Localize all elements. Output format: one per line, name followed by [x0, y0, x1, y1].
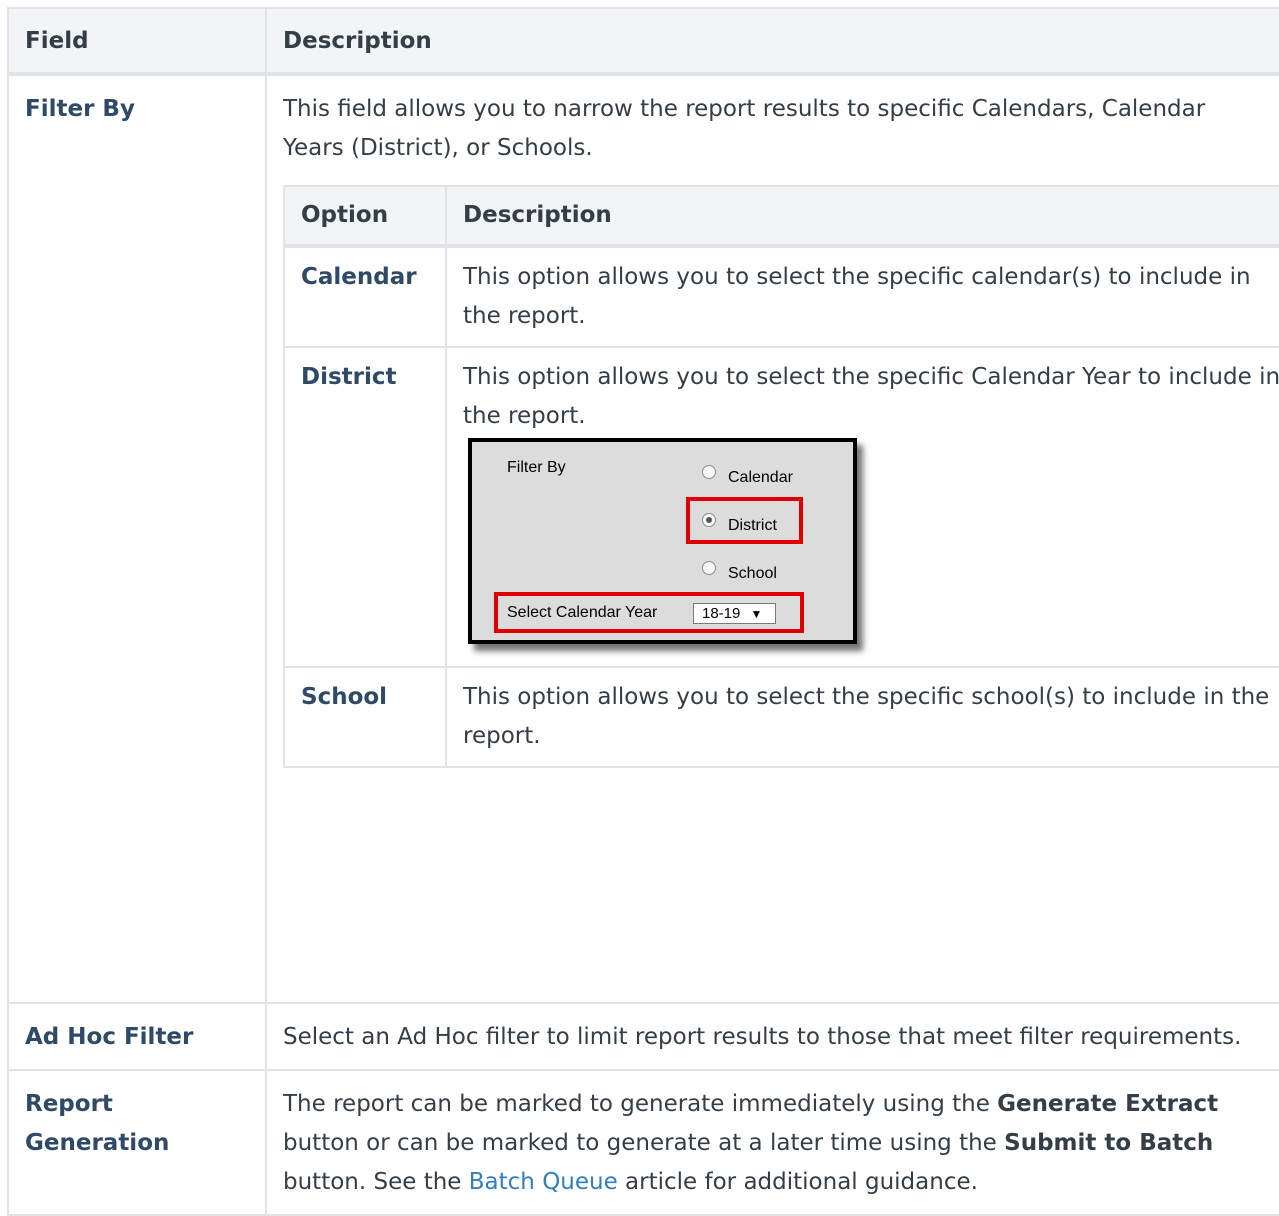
option-row: School This option allows you to select …	[283, 666, 1279, 768]
description-text: button or can be marked to generate at a…	[283, 1130, 1005, 1156]
field-description-cell: This field allows you to narrow the repo…	[265, 73, 1279, 1004]
options-header-row: Option Description	[283, 185, 1279, 248]
options-table: Option Description Calendar This option …	[283, 185, 1279, 768]
submit-to-batch-text: Submit to Batch	[1004, 1130, 1214, 1156]
option-description: This option allows you to select the spe…	[463, 364, 1279, 429]
option-description: This option allows you to select the spe…	[445, 666, 1279, 768]
table-row: Report Generation The report can be mark…	[7, 1069, 1279, 1216]
options-header-option: Option	[283, 185, 447, 248]
field-name: Ad Hoc Filter	[25, 1024, 194, 1050]
field-name: Filter By	[25, 96, 135, 122]
field-name-cell: Report Generation	[7, 1069, 267, 1216]
radio-school-label: School	[728, 565, 777, 582]
field-description-cell: The report can be marked to generate imm…	[265, 1069, 1279, 1216]
generate-extract-text: Generate Extract	[997, 1091, 1219, 1117]
batch-queue-link[interactable]: Batch Queue	[469, 1169, 618, 1195]
field-name-cell: Ad Hoc Filter	[7, 1002, 267, 1071]
field-name-cell: Filter By	[7, 73, 267, 1004]
district-highlight-box	[686, 497, 803, 544]
screenshot-filter-label: Filter By	[507, 459, 566, 476]
options-header-description: Description	[445, 185, 1279, 248]
radio-calendar-label: Calendar	[728, 469, 793, 486]
filter-by-screenshot: Filter By Calendar District School Selec…	[468, 438, 857, 644]
description-text: The report can be marked to generate imm…	[283, 1091, 998, 1117]
header-description: Description	[265, 7, 1279, 76]
option-name: Calendar	[301, 264, 417, 290]
field-description: This field allows you to narrow the repo…	[283, 96, 1206, 161]
field-name: Report Generation	[25, 1091, 170, 1156]
option-name-cell: Calendar	[283, 245, 447, 348]
table-row: Ad Hoc Filter Select an Ad Hoc filter to…	[7, 1002, 1279, 1071]
description-text: button. See the	[283, 1169, 469, 1195]
option-name-cell: School	[283, 666, 447, 768]
year-highlight-box	[494, 592, 804, 633]
option-row: District This option allows you to selec…	[283, 346, 1279, 668]
option-row: Calendar This option allows you to selec…	[283, 245, 1279, 348]
table-row: Filter By This field allows you to narro…	[7, 73, 1279, 1004]
header-field: Field	[7, 7, 267, 76]
option-name: District	[301, 364, 397, 390]
radio-school-icon[interactable]	[702, 561, 716, 575]
header-row: Field Description	[7, 7, 1279, 76]
field-description: Select an Ad Hoc filter to limit report …	[265, 1002, 1279, 1071]
option-description: This option allows you to select the spe…	[445, 245, 1279, 348]
description-text: article for additional guidance.	[617, 1169, 978, 1195]
option-name: School	[301, 684, 388, 710]
option-name-cell: District	[283, 346, 447, 668]
fields-table: Field Description Filter By This field a…	[7, 7, 1279, 1216]
option-description-cell: This option allows you to select the spe…	[445, 346, 1279, 668]
radio-calendar-icon[interactable]	[702, 465, 716, 479]
